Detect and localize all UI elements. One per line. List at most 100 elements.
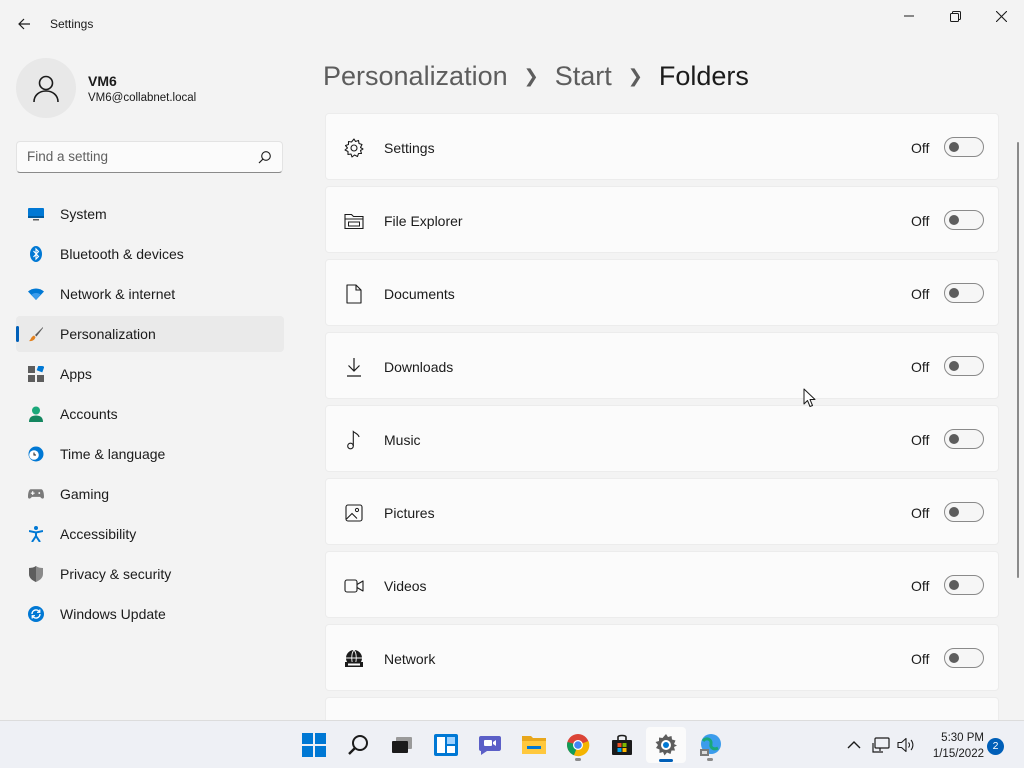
settings-taskbar-button[interactable] bbox=[646, 727, 686, 763]
toggle-state-label: Off bbox=[911, 505, 930, 521]
page-title: Folders bbox=[658, 60, 749, 91]
folder-row-videos: Videos Off bbox=[325, 551, 999, 618]
store-icon bbox=[612, 734, 632, 755]
chrome-button[interactable] bbox=[558, 727, 598, 763]
chevron-up-icon[interactable] bbox=[845, 736, 863, 754]
row-label: File Explorer bbox=[384, 213, 463, 229]
picture-icon bbox=[343, 502, 365, 524]
row-label: Settings bbox=[384, 140, 435, 156]
sidebar-item-accounts[interactable]: Accounts bbox=[16, 396, 284, 432]
person-icon bbox=[28, 406, 44, 422]
search-input[interactable] bbox=[27, 149, 247, 164]
minimize-icon bbox=[904, 15, 914, 17]
sidebar-item-system[interactable]: System bbox=[16, 196, 284, 232]
mouse-cursor-icon bbox=[803, 388, 816, 413]
toggle-knob bbox=[949, 580, 959, 590]
row-label: Videos bbox=[384, 578, 427, 594]
sidebar-item-label: Windows Update bbox=[60, 606, 166, 622]
minimize-button[interactable] bbox=[886, 0, 932, 32]
sidebar-item-label: Bluetooth & devices bbox=[60, 246, 184, 262]
video-icon bbox=[343, 575, 365, 597]
document-icon bbox=[343, 283, 365, 305]
restore-icon bbox=[949, 10, 961, 22]
update-icon bbox=[28, 606, 44, 622]
taskbar-clock[interactable]: 5:30 PM 1/15/2022 bbox=[918, 730, 984, 762]
search-box[interactable] bbox=[16, 141, 283, 173]
task-view-button[interactable] bbox=[382, 727, 422, 763]
gear-icon bbox=[343, 137, 365, 159]
back-arrow-icon bbox=[18, 18, 30, 30]
network-status-icon[interactable] bbox=[872, 736, 890, 754]
back-button[interactable] bbox=[10, 10, 38, 38]
file-explorer-toggle[interactable] bbox=[944, 210, 984, 230]
restore-button[interactable] bbox=[932, 0, 978, 32]
music-icon bbox=[343, 429, 365, 451]
breadcrumb: Personalization ❯ Start ❯ Folders bbox=[323, 58, 749, 94]
pictures-toggle[interactable] bbox=[944, 502, 984, 522]
monitor-icon bbox=[28, 206, 44, 222]
videos-toggle[interactable] bbox=[944, 575, 984, 595]
sidebar-item-apps[interactable]: Apps bbox=[16, 356, 284, 392]
sidebar-item-label: Apps bbox=[60, 366, 92, 382]
clock-date: 1/15/2022 bbox=[932, 748, 984, 760]
sidebar-nav: System Bluetooth & devices Network & int… bbox=[16, 196, 284, 636]
row-label: Downloads bbox=[384, 359, 454, 375]
toggle-state-label: Off bbox=[911, 432, 930, 448]
file-explorer-button[interactable] bbox=[514, 727, 554, 763]
start-button[interactable] bbox=[294, 727, 334, 763]
widgets-button[interactable] bbox=[426, 727, 466, 763]
title-bar: Settings bbox=[0, 0, 1024, 48]
sidebar-item-accessibility[interactable]: Accessibility bbox=[16, 516, 284, 552]
download-icon bbox=[343, 356, 365, 378]
toggle-knob bbox=[949, 361, 959, 371]
sidebar-item-label: Accounts bbox=[60, 406, 118, 422]
vertical-scrollbar[interactable] bbox=[1017, 142, 1019, 578]
notification-badge[interactable]: 2 bbox=[987, 738, 1004, 755]
toggle-knob bbox=[949, 434, 959, 444]
close-button[interactable] bbox=[978, 0, 1024, 32]
toggle-state-label: Off bbox=[911, 213, 930, 229]
chrome-icon bbox=[567, 734, 590, 757]
sidebar-item-gaming[interactable]: Gaming bbox=[16, 476, 284, 512]
sidebar-item-label: Gaming bbox=[60, 486, 110, 502]
user-profile[interactable]: VM6 VM6@collabnet.local bbox=[16, 58, 286, 118]
row-label: Pictures bbox=[384, 505, 435, 521]
sidebar-item-label: Accessibility bbox=[60, 526, 137, 542]
network-app-button[interactable] bbox=[690, 727, 730, 763]
sidebar-item-time-language[interactable]: Time & language bbox=[16, 436, 284, 472]
wifi-icon bbox=[28, 286, 44, 302]
sidebar-item-windows-update[interactable]: Windows Update bbox=[16, 596, 284, 632]
sidebar-item-network[interactable]: Network & internet bbox=[16, 276, 284, 312]
settings-toggle[interactable] bbox=[944, 137, 984, 157]
folder-row-downloads: Downloads Off bbox=[325, 332, 999, 399]
clock-time: 5:30 PM bbox=[941, 732, 984, 744]
sidebar-item-label: Personalization bbox=[60, 326, 156, 342]
folder-row-partial bbox=[325, 697, 999, 720]
documents-toggle[interactable] bbox=[944, 283, 984, 303]
music-toggle[interactable] bbox=[944, 429, 984, 449]
sidebar-item-label: System bbox=[60, 206, 107, 222]
store-button[interactable] bbox=[602, 727, 642, 763]
user-name: VM6 bbox=[88, 73, 117, 89]
folder-row-pictures: Pictures Off bbox=[325, 478, 999, 545]
network-toggle[interactable] bbox=[944, 648, 984, 668]
chat-button[interactable] bbox=[470, 727, 510, 763]
start-icon bbox=[302, 733, 326, 757]
gamepad-icon bbox=[28, 486, 44, 502]
breadcrumb-start[interactable]: Start bbox=[555, 61, 612, 92]
chevron-right-icon: ❯ bbox=[523, 65, 539, 86]
breadcrumb-personalization[interactable]: Personalization bbox=[323, 61, 508, 92]
taskbar: 5:30 PM 1/15/2022 2 bbox=[0, 720, 1024, 768]
sidebar-item-bluetooth[interactable]: Bluetooth & devices bbox=[16, 236, 284, 272]
widgets-icon bbox=[434, 734, 458, 756]
search-icon[interactable] bbox=[258, 150, 272, 169]
chat-icon bbox=[479, 736, 501, 755]
file-explorer-icon bbox=[343, 210, 365, 232]
sidebar-item-personalization[interactable]: Personalization bbox=[16, 316, 284, 352]
sidebar-item-privacy[interactable]: Privacy & security bbox=[16, 556, 284, 592]
file-explorer-icon bbox=[522, 736, 546, 754]
brush-icon bbox=[28, 326, 44, 342]
volume-icon[interactable] bbox=[897, 736, 915, 754]
downloads-toggle[interactable] bbox=[944, 356, 984, 376]
taskbar-search-button[interactable] bbox=[338, 727, 378, 763]
